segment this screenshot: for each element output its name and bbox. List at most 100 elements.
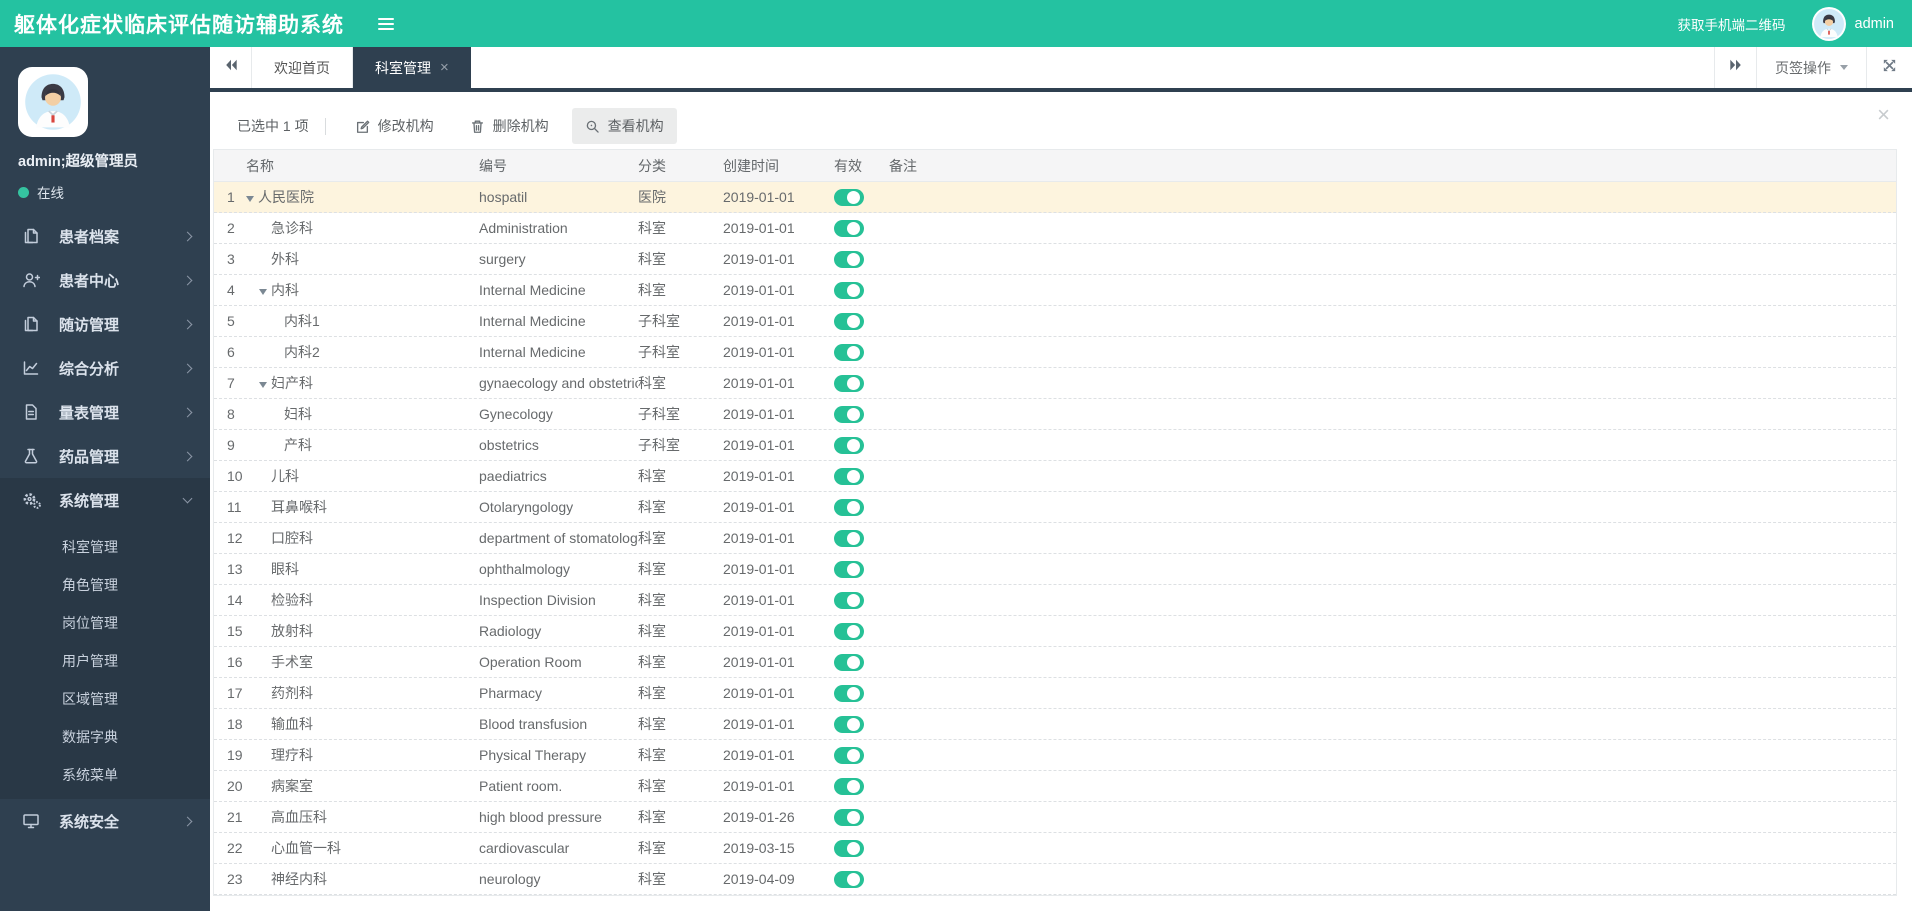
sidebar-subitem-data-dictionary[interactable]: 数据字典: [0, 718, 210, 756]
header-cell-date[interactable]: 创建时间: [723, 156, 834, 176]
chevron-down-icon: [1840, 65, 1848, 70]
cell-name: 心血管一科: [271, 840, 341, 856]
valid-toggle[interactable]: [834, 777, 864, 795]
table-row[interactable]: 16 手术室 Operation Room 科室 2019-01-01: [214, 647, 1896, 678]
sidebar-subitem-department-management[interactable]: 科室管理: [0, 528, 210, 566]
username-label[interactable]: admin: [1855, 16, 1895, 32]
table-row[interactable]: 20 病案室 Patient room. 科室 2019-01-01: [214, 771, 1896, 802]
table-row[interactable]: 7 妇产科 gynaecology and obstetrics 科室 2019…: [214, 368, 1896, 399]
table-row[interactable]: 4 内科 Internal Medicine 科室 2019-01-01: [214, 275, 1896, 306]
table-row[interactable]: 3 外科 surgery 科室 2019-01-01: [214, 244, 1896, 275]
hamburger-menu-icon[interactable]: [372, 12, 400, 36]
sidebar-item-comprehensive-analysis[interactable]: 综合分析: [0, 346, 210, 390]
table-row[interactable]: 12 口腔科 department of stomatology 科室 2019…: [214, 523, 1896, 554]
cell-valid: [834, 591, 889, 609]
tab-department-management[interactable]: 科室管理 ×: [353, 47, 471, 88]
table-row[interactable]: 21 高血压科 high blood pressure 科室 2019-01-2…: [214, 802, 1896, 833]
user-avatar[interactable]: [1811, 6, 1846, 41]
valid-toggle[interactable]: [834, 250, 864, 268]
table-row[interactable]: 17 药剂科 Pharmacy 科室 2019-01-01: [214, 678, 1896, 709]
fullscreen-button[interactable]: [1866, 47, 1912, 88]
table-row[interactable]: 13 眼科 ophthalmology 科室 2019-01-01: [214, 554, 1896, 585]
sidebar-item-patient-center[interactable]: 患者中心: [0, 258, 210, 302]
tree-collapse-caret[interactable]: [259, 282, 271, 298]
sidebar-subitem-user-management[interactable]: 用户管理: [0, 642, 210, 680]
valid-toggle[interactable]: [834, 467, 864, 485]
valid-toggle[interactable]: [834, 529, 864, 547]
cell-name: 产科: [284, 437, 312, 453]
sidebar-item-system-management[interactable]: 系统管理: [0, 478, 210, 522]
sidebar-item-system-security[interactable]: 系统安全: [0, 799, 210, 843]
sidebar-item-followup-management[interactable]: 随访管理: [0, 302, 210, 346]
tab-operations-dropdown[interactable]: 页签操作: [1756, 47, 1866, 88]
valid-toggle[interactable]: [834, 281, 864, 299]
table-row[interactable]: 22 心血管一科 cardiovascular 科室 2019-03-15: [214, 833, 1896, 864]
tab-welcome-home[interactable]: 欢迎首页: [252, 47, 353, 88]
profile-avatar[interactable]: [18, 67, 88, 137]
valid-toggle[interactable]: [834, 653, 864, 671]
valid-toggle[interactable]: [834, 808, 864, 826]
tree-collapse-caret[interactable]: [259, 375, 271, 391]
table-row[interactable]: 19 理疗科 Physical Therapy 科室 2019-01-01: [214, 740, 1896, 771]
app-title: 躯体化症状临床评估随访辅助系统: [14, 13, 344, 37]
valid-toggle[interactable]: [834, 188, 864, 206]
table-row[interactable]: 8 妇科 Gynecology 子科室 2019-01-01: [214, 399, 1896, 430]
sidebar-section-system-management: 系统管理 科室管理 角色管理 岗位管理 用户管理 区域管理 数据字典 系统菜单: [0, 478, 210, 799]
table-row[interactable]: 2 急诊科 Administration 科室 2019-01-01: [214, 213, 1896, 244]
cell-valid: [834, 529, 889, 547]
table-row[interactable]: 9 产科 obstetrics 子科室 2019-01-01: [214, 430, 1896, 461]
valid-toggle[interactable]: [834, 498, 864, 516]
header-cell-code[interactable]: 编号: [479, 156, 638, 176]
valid-toggle[interactable]: [834, 746, 864, 764]
cell-created: 2019-01-01: [723, 282, 795, 298]
cell-code: Physical Therapy: [479, 747, 587, 763]
sidebar-subitem-region-management[interactable]: 区域管理: [0, 680, 210, 718]
cell-code: Inspection Division: [479, 592, 596, 608]
valid-toggle[interactable]: [834, 684, 864, 702]
sidebar-subitem-system-menu[interactable]: 系统菜单: [0, 756, 210, 794]
table-row[interactable]: 11 耳鼻喉科 Otolaryngology 科室 2019-01-01: [214, 492, 1896, 523]
sidebar-subitem-role-management[interactable]: 角色管理: [0, 566, 210, 604]
valid-toggle[interactable]: [834, 374, 864, 392]
table-row[interactable]: 15 放射科 Radiology 科室 2019-01-01: [214, 616, 1896, 647]
header-cell-name[interactable]: 名称: [244, 156, 479, 176]
table-row[interactable]: 6 内科2 Internal Medicine 子科室 2019-01-01: [214, 337, 1896, 368]
toolbar-button-view-org[interactable]: 查看机构: [571, 108, 677, 144]
sidebar-item-drug-management[interactable]: 药品管理: [0, 434, 210, 478]
table-row[interactable]: 1 人民医院 hospatil 医院 2019-01-01: [214, 182, 1896, 213]
sidebar-item-label: 患者档案: [59, 228, 120, 246]
table-row[interactable]: 10 儿科 paediatrics 科室 2019-01-01: [214, 461, 1896, 492]
header-cell-valid[interactable]: 有效: [834, 156, 889, 176]
valid-toggle[interactable]: [834, 219, 864, 237]
cell-created: 2019-01-01: [723, 561, 795, 577]
sidebar-subitem-post-management[interactable]: 岗位管理: [0, 604, 210, 642]
header-cell-remark[interactable]: 备注: [889, 156, 1896, 176]
valid-toggle[interactable]: [834, 560, 864, 578]
tab-close-icon[interactable]: ×: [440, 60, 449, 75]
tabs-scroll-right-button[interactable]: [1714, 47, 1756, 88]
sidebar-item-scale-management[interactable]: 量表管理: [0, 390, 210, 434]
cell-code: Otolaryngology: [479, 499, 574, 515]
valid-toggle[interactable]: [834, 591, 864, 609]
qr-code-link[interactable]: 获取手机端二维码: [1678, 14, 1786, 34]
toolbar-button-delete-org[interactable]: 删除机构: [457, 108, 562, 144]
tree-collapse-caret[interactable]: [246, 189, 258, 205]
valid-toggle[interactable]: [834, 436, 864, 454]
header-cell-cat[interactable]: 分类: [638, 156, 723, 176]
valid-toggle[interactable]: [834, 405, 864, 423]
valid-toggle[interactable]: [834, 622, 864, 640]
panel-close-icon[interactable]: ×: [1877, 104, 1890, 126]
valid-toggle[interactable]: [834, 312, 864, 330]
table-row[interactable]: 5 内科1 Internal Medicine 子科室 2019-01-01: [214, 306, 1896, 337]
valid-toggle[interactable]: [834, 343, 864, 361]
valid-toggle[interactable]: [834, 839, 864, 857]
table-row[interactable]: 14 检验科 Inspection Division 科室 2019-01-01: [214, 585, 1896, 616]
sidebar-item-patient-archive[interactable]: 患者档案: [0, 214, 210, 258]
table-row[interactable]: 18 输血科 Blood transfusion 科室 2019-01-01: [214, 709, 1896, 740]
chevrons-right-icon: [1728, 58, 1744, 77]
valid-toggle[interactable]: [834, 870, 864, 888]
valid-toggle[interactable]: [834, 715, 864, 733]
tabs-scroll-left-button[interactable]: [210, 47, 252, 88]
table-row[interactable]: 23 神经内科 neurology 科室 2019-04-09: [214, 864, 1896, 895]
toolbar-button-edit-org[interactable]: 修改机构: [342, 108, 447, 144]
